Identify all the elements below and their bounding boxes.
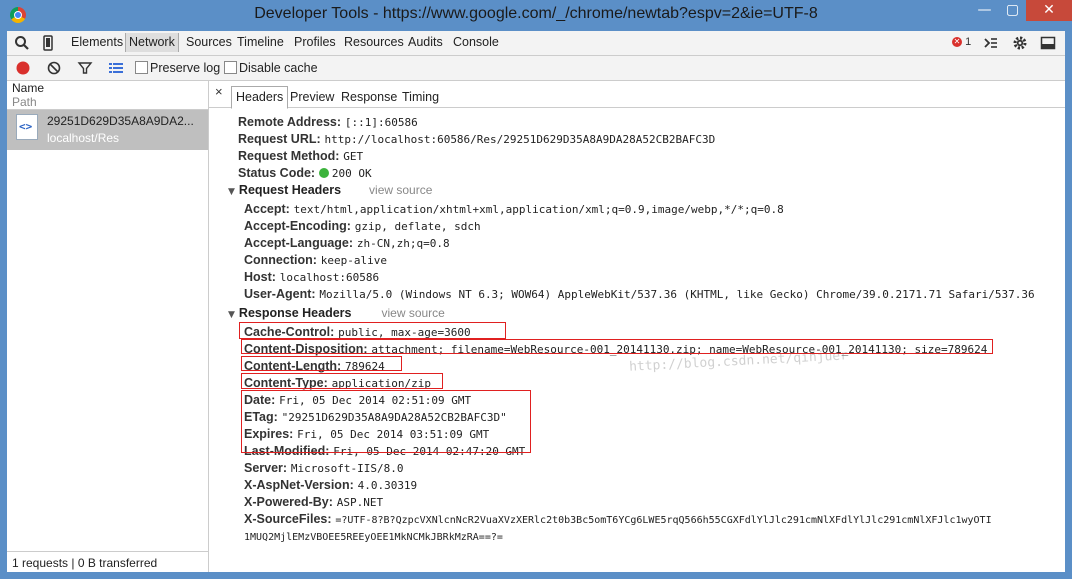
highlight-box xyxy=(239,322,506,339)
tab-response[interactable]: Response xyxy=(341,90,397,104)
request-name: 29251D629D35A8A9DA2... xyxy=(47,114,194,128)
column-name[interactable]: Name xyxy=(12,81,44,95)
status-ok-icon xyxy=(318,168,329,178)
network-toolbar: Preserve log Disable cache xyxy=(7,56,1065,81)
request-headers-section[interactable]: ▼ Request Headers view source xyxy=(228,182,432,199)
header-row: X-Powered-By: ASP.NET xyxy=(244,495,384,509)
general-row: Status Code: 200 OK xyxy=(238,166,372,180)
tab-audits[interactable]: Audits xyxy=(408,35,443,49)
minimize-button[interactable]: — xyxy=(970,0,999,21)
preserve-log-label: Preserve log xyxy=(150,61,221,75)
tab-profiles[interactable]: Profiles xyxy=(294,35,336,49)
dock-icon[interactable] xyxy=(1040,35,1056,51)
general-row: Request URL: http://localhost:60586/Res/… xyxy=(238,132,716,146)
expand-triangle-icon: ▼ xyxy=(228,310,235,320)
main-toolbar: Elements Network Sources Timeline Profil… xyxy=(7,31,1065,56)
error-count: 1 xyxy=(965,36,972,48)
request-path: localhost/Res xyxy=(47,131,120,145)
record-icon[interactable] xyxy=(15,60,31,76)
header-row: User-Agent: Mozilla/5.0 (Windows NT 6.3;… xyxy=(244,287,1035,301)
header-row: X-SourceFiles: =?UTF-8?B?QzpcVXNlcnNcR2V… xyxy=(244,512,992,526)
view-source-link[interactable]: view source xyxy=(369,183,432,197)
disable-cache-label: Disable cache xyxy=(239,61,318,75)
request-list: Name Path <> 29251D629D35A8A9DA2... loca… xyxy=(7,81,209,572)
header-row: Accept-Language: zh-CN,zh;q=0.8 xyxy=(244,236,450,250)
devtools-window: Developer Tools - https://www.google.com… xyxy=(0,0,1072,579)
column-path: Path xyxy=(12,95,37,109)
general-row: Request Method: GET xyxy=(238,149,364,163)
expand-triangle-icon: ▼ xyxy=(228,187,235,197)
transfer-summary: 1 requests | 0 B transferred xyxy=(12,556,158,570)
tab-timing[interactable]: Timing xyxy=(402,90,439,104)
general-row: Remote Address: [::1]:60586 xyxy=(238,115,418,129)
request-row[interactable]: <> 29251D629D35A8A9DA2... localhost/Res xyxy=(7,110,208,150)
header-row: Accept-Encoding: gzip, deflate, sdch xyxy=(244,219,481,233)
highlight-box xyxy=(241,390,531,453)
device-mode-icon[interactable] xyxy=(40,35,56,51)
tab-console[interactable]: Console xyxy=(453,35,499,49)
clear-icon[interactable] xyxy=(46,60,62,76)
title-bar: Developer Tools - https://www.google.com… xyxy=(0,0,1072,31)
document-icon: <> xyxy=(16,114,38,140)
preserve-log-checkbox[interactable] xyxy=(135,61,148,74)
header-row-continued: 1MUQ2MjlEMzVBOEE5REEyOEE1MkNCMkJBRkMzRA=… xyxy=(244,532,503,543)
error-icon: ✕ xyxy=(952,37,962,48)
highlight-box xyxy=(241,356,402,371)
tab-timeline[interactable]: Timeline xyxy=(237,35,284,49)
error-counter[interactable]: ✕ 1 xyxy=(952,36,971,48)
list-header: Name Path xyxy=(7,81,208,110)
header-row: Server: Microsoft-IIS/8.0 xyxy=(244,461,404,475)
headers-content: Remote Address: [::1]:60586 Request URL:… xyxy=(209,108,1065,572)
disable-cache-checkbox[interactable] xyxy=(224,61,237,74)
devtools-client: Elements Network Sources Timeline Profil… xyxy=(7,31,1065,572)
highlight-box xyxy=(241,339,993,354)
view-source-link[interactable]: view source xyxy=(381,306,444,320)
tab-resources[interactable]: Resources xyxy=(344,35,404,49)
tab-preview[interactable]: Preview xyxy=(290,90,334,104)
tab-sources[interactable]: Sources xyxy=(186,35,232,49)
header-row: Connection: keep-alive xyxy=(244,253,387,267)
status-bar: 1 requests | 0 B transferred xyxy=(7,551,208,573)
gear-icon[interactable] xyxy=(1012,35,1028,51)
close-details-icon[interactable]: × xyxy=(215,84,223,99)
window-title: Developer Tools - https://www.google.com… xyxy=(254,5,818,22)
header-row: Host: localhost:60586 xyxy=(244,270,380,284)
header-row: Accept: text/html,application/xhtml+xml,… xyxy=(244,202,784,216)
console-drawer-icon[interactable] xyxy=(983,35,999,51)
tab-elements[interactable]: Elements xyxy=(71,35,123,49)
request-details: × Headers Preview Response Timing Remote… xyxy=(209,81,1065,572)
maximize-button[interactable]: ▢ xyxy=(999,0,1026,21)
tab-network[interactable]: Network xyxy=(125,33,179,52)
header-row: X-AspNet-Version: 4.0.30319 xyxy=(244,478,418,492)
search-icon[interactable] xyxy=(14,35,30,51)
close-button[interactable]: ✕ xyxy=(1026,0,1072,21)
response-headers-section[interactable]: ▼ Response Headers view source xyxy=(228,305,445,322)
tab-headers[interactable]: Headers xyxy=(231,86,289,109)
detail-tabs: × Headers Preview Response Timing xyxy=(209,81,1065,109)
filter-icon[interactable] xyxy=(77,60,93,76)
list-view-icon[interactable] xyxy=(108,60,124,76)
highlight-box xyxy=(241,373,443,389)
